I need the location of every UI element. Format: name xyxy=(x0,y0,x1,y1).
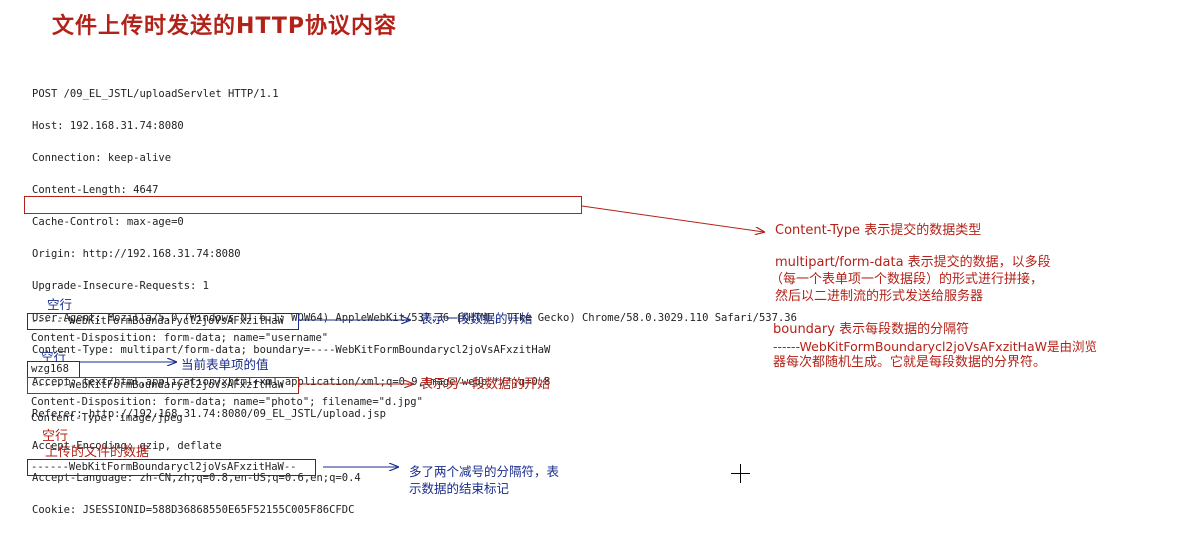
annotation-segment-start: 表示一段数据的开始 xyxy=(420,311,533,326)
annotation-multipart-line2: （每一个表单项一个数据段）的形式进行拼接， xyxy=(770,272,1044,287)
arrow-content-type xyxy=(581,205,764,232)
annotation-multipart-line1: multipart/form-data 表示提交的数据，以多段 xyxy=(775,255,1051,270)
crosshair-cursor-icon xyxy=(731,464,750,483)
annotation-boundary-line1: boundary 表示每段数据的分隔符 xyxy=(773,322,970,337)
annotation-boundary-line2: ------WebKitFormBoundarycl2joVsAFxzitHaW… xyxy=(773,339,1098,354)
annotation-multipart-line3: 然后以二进制流的形式发送给服务器 xyxy=(775,289,984,304)
annotation-content-type-title: Content-Type 表示提交的数据类型 xyxy=(775,223,982,238)
annotation-end-marker-line2: 示数据的结束标记 xyxy=(409,481,510,496)
annotation-form-value: 当前表单项的值 xyxy=(181,357,269,372)
annotation-boundary-line3: 器每次都随机生成。它就是每段数据的分界符。 xyxy=(773,355,1047,370)
annotation-another-segment: 表示另一段数据的开始 xyxy=(420,377,551,392)
